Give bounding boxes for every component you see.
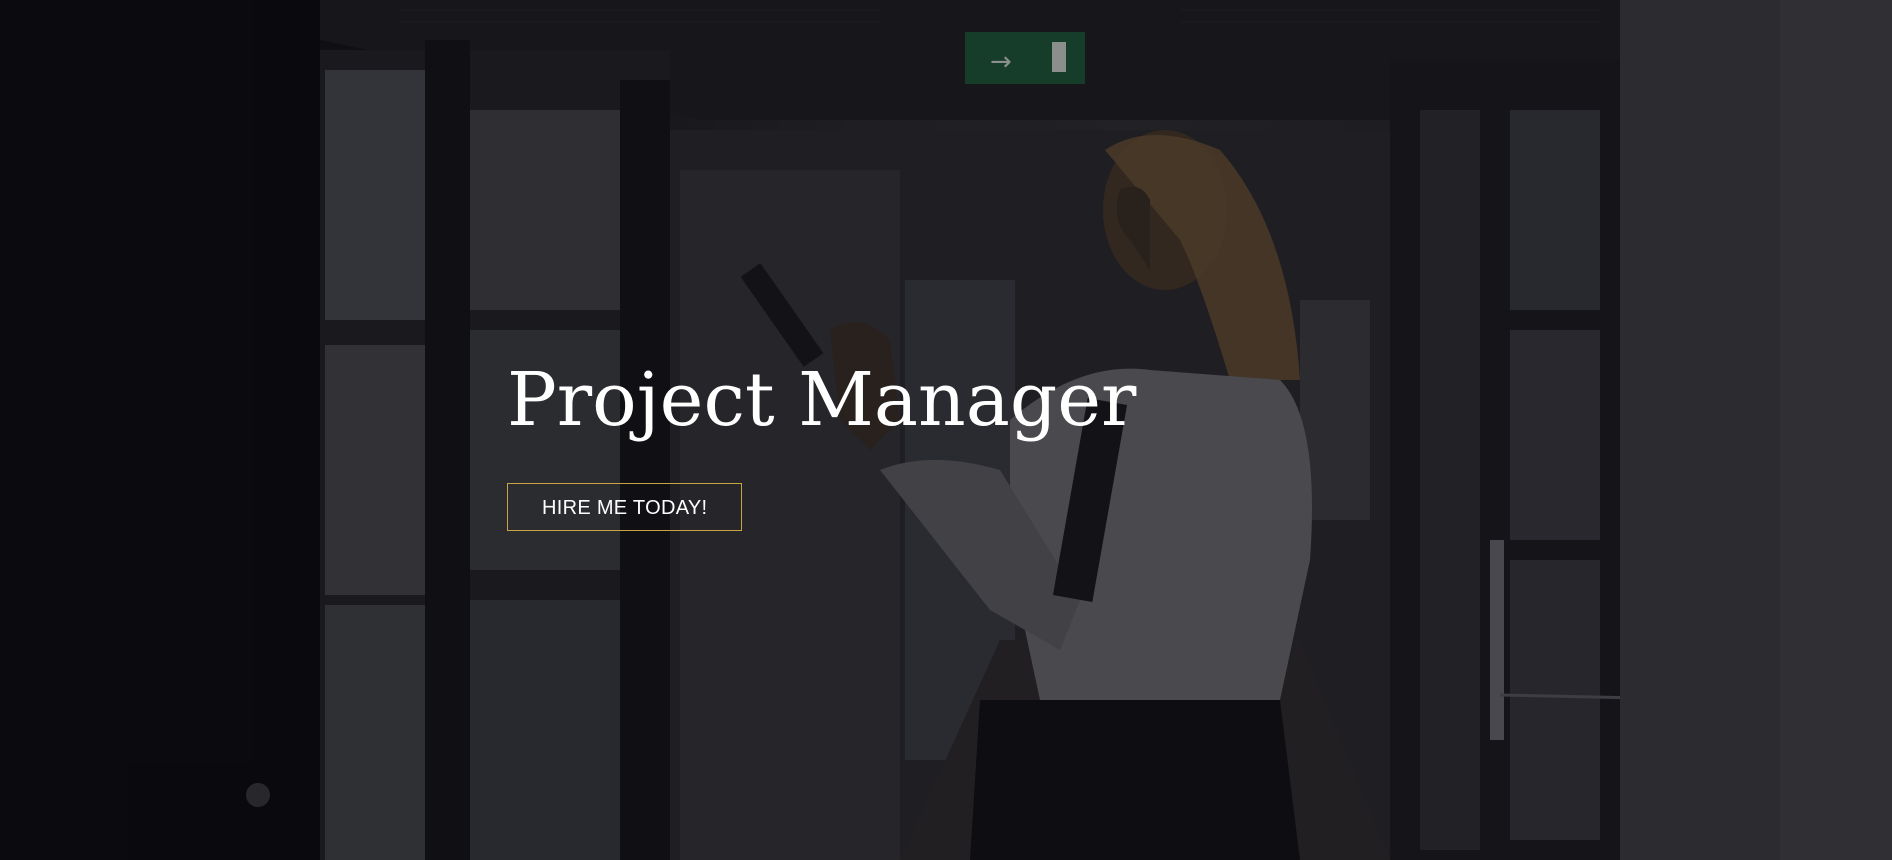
- hire-me-button[interactable]: HIRE ME TODAY!: [507, 483, 743, 532]
- hero-content: Project Manager HIRE ME TODAY!: [507, 357, 1137, 532]
- hero-section: → Project Manager HIRE ME TODAY!: [0, 0, 1892, 860]
- hero-title: Project Manager: [507, 357, 1137, 443]
